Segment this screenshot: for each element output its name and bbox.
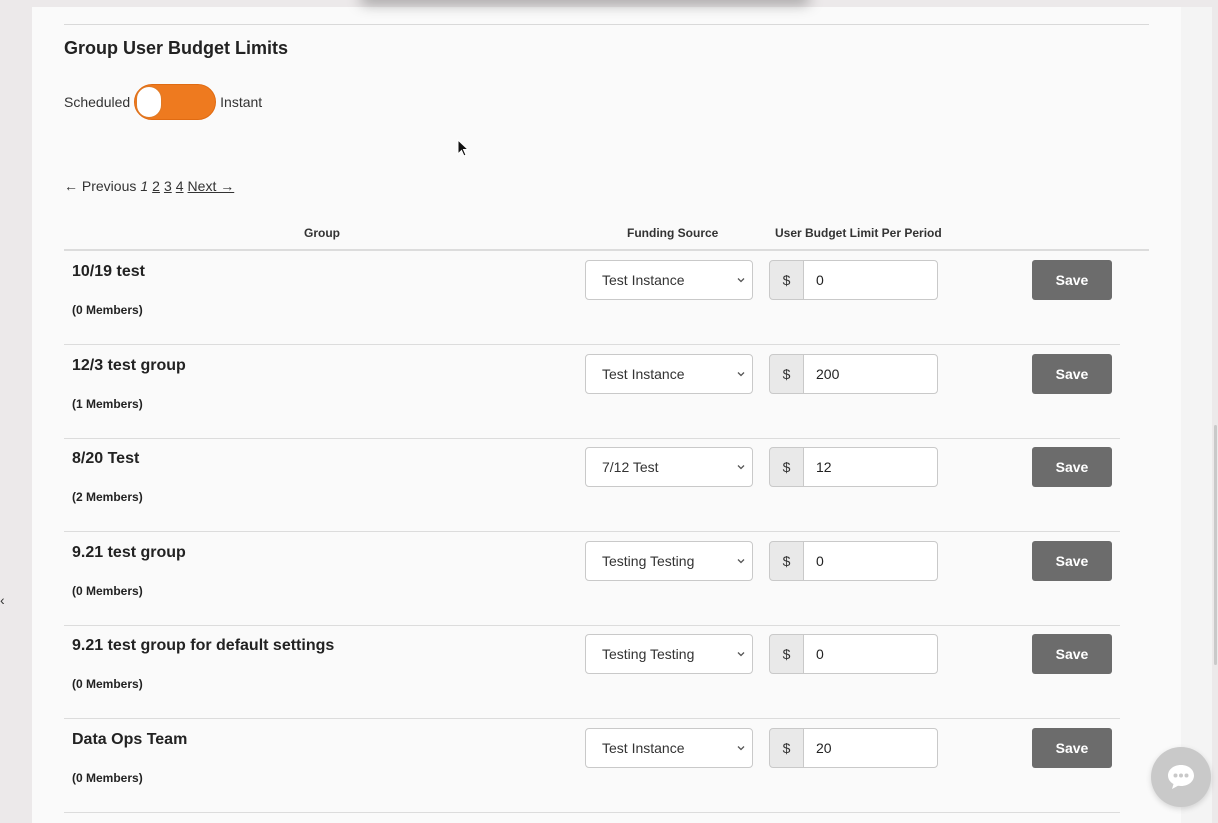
save-button[interactable]: Save: [1032, 260, 1112, 300]
right-gutter: [1181, 7, 1212, 823]
group-name: 10/19 test: [72, 263, 145, 280]
chevron-down-icon: [737, 745, 745, 750]
group-member-count: (0 Members): [72, 583, 143, 598]
table-row: 9.21 test group (0 Members) Testing Testin…: [64, 532, 1120, 626]
currency-symbol: $: [769, 634, 804, 674]
funding-source-value: 7/12 Test: [602, 459, 659, 475]
pagination-page-2[interactable]: 2: [152, 178, 160, 194]
table-row: 9.21 test group for default settings (0 M…: [64, 625, 1120, 719]
collapse-arrow-icon[interactable]: ‹: [0, 592, 5, 608]
save-button[interactable]: Save: [1032, 353, 1112, 394]
group-member-count: (0 Members): [72, 303, 143, 317]
toggle-knob: [136, 86, 163, 118]
funding-source-value: Testing Testing: [602, 552, 695, 569]
table-row: 12/3 test group (1 Members) Test Instance $…: [64, 345, 1120, 439]
chevron-down-icon: [737, 558, 745, 563]
group-name: 9.21 test group for default settings: [72, 637, 335, 654]
chevron-down-icon: [737, 278, 745, 283]
mode-toggle-switch[interactable]: [134, 84, 217, 120]
budget-amount-input[interactable]: [803, 540, 938, 581]
group-member-count: (2 Members): [72, 490, 143, 504]
pagination-next[interactable]: Next →: [188, 178, 235, 194]
column-header-funding-source: Funding Source: [627, 226, 719, 240]
pagination-current-page: 1: [140, 178, 149, 194]
save-button[interactable]: Save: [1032, 727, 1112, 768]
save-button[interactable]: Save: [1032, 447, 1112, 487]
funding-source-select[interactable]: Testing Testing: [585, 634, 753, 674]
chevron-down-icon: [737, 371, 745, 376]
group-member-count: (0 Members): [72, 770, 143, 785]
funding-source-select[interactable]: 7/12 Test: [585, 447, 753, 487]
group-name: 12/3 test group: [72, 356, 186, 374]
chat-bubble-icon: [1168, 765, 1194, 789]
funding-source-value: Test Instance: [602, 272, 685, 288]
budget-amount-input[interactable]: [803, 634, 938, 674]
toggle-left-label: Scheduled: [64, 94, 131, 110]
group-member-count: (1 Members): [72, 396, 143, 411]
column-header-budget-limit: User Budget Limit Per Period: [775, 226, 942, 240]
pagination-page-3[interactable]: 3: [164, 178, 172, 194]
group-member-count: (0 Members): [72, 677, 143, 691]
currency-symbol: $: [769, 353, 804, 394]
funding-source-select[interactable]: Test Instance: [585, 260, 753, 300]
mode-toggle-row: Scheduled Instant: [64, 83, 262, 121]
chevron-down-icon: [737, 652, 745, 657]
scrollbar-thumb[interactable]: [1214, 425, 1217, 665]
funding-source-select[interactable]: Test Instance: [585, 353, 753, 394]
budget-amount-input[interactable]: [803, 727, 938, 768]
group-name: 8/20 Test: [72, 450, 140, 467]
funding-source-select[interactable]: Testing Testing: [585, 540, 753, 581]
funding-source-value: Test Instance: [602, 739, 685, 756]
table-row: 10/19 test (0 Members) Test Instance $ Save: [64, 251, 1120, 345]
pagination-previous[interactable]: ← Previous: [64, 178, 136, 194]
funding-source-value: Testing Testing: [602, 646, 695, 662]
toggle-right-label: Instant: [220, 94, 263, 110]
chevron-down-icon: [737, 465, 745, 470]
currency-symbol: $: [769, 260, 804, 300]
budget-amount-input[interactable]: [803, 353, 938, 394]
group-name: Data Ops Team: [72, 730, 188, 748]
table-row: Data Ops Team (0 Members) Test Instance $ Sa…: [64, 719, 1120, 813]
currency-symbol: $: [769, 540, 804, 581]
funding-source-select[interactable]: Test Instance: [585, 727, 753, 768]
currency-symbol: $: [769, 447, 804, 487]
column-header-group: Group: [304, 226, 340, 240]
pagination: ← Previous 1 2 3 4 Next →: [64, 178, 234, 194]
table-row: 8/20 Test (2 Members) 7/12 Test $ Save: [64, 438, 1120, 532]
save-button[interactable]: Save: [1032, 634, 1112, 674]
funding-source-value: Test Instance: [602, 365, 685, 382]
section-title: Group User Budget Limits: [64, 38, 289, 58]
chat-button[interactable]: [1151, 747, 1211, 807]
group-name: 9.21 test group: [72, 543, 186, 561]
budget-amount-input[interactable]: [803, 447, 938, 487]
section-divider: [64, 24, 1149, 25]
budget-amount-input[interactable]: [803, 260, 938, 300]
save-button[interactable]: Save: [1032, 540, 1112, 581]
pagination-page-4[interactable]: 4: [176, 178, 184, 194]
currency-symbol: $: [769, 727, 804, 768]
mouse-cursor-icon: [457, 139, 469, 157]
